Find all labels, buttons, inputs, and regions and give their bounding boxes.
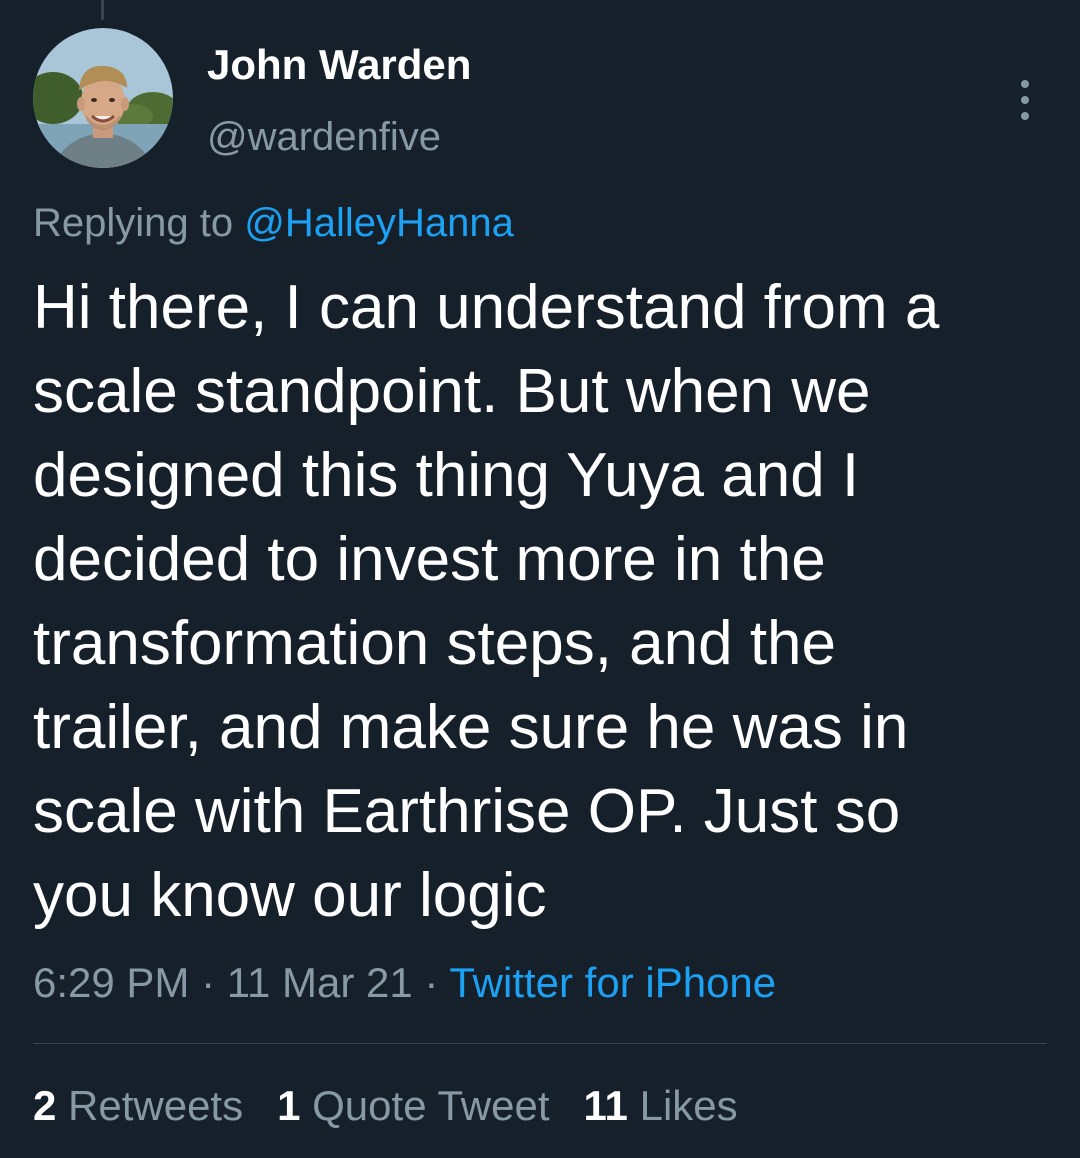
avatar[interactable] — [33, 28, 173, 168]
thread-connector-line — [101, 0, 104, 20]
likes-label: Likes — [627, 1082, 738, 1129]
user-display-name[interactable]: John Warden — [207, 40, 471, 90]
avatar-photo — [33, 28, 173, 168]
quote-tweets-label: Quote Tweet — [300, 1082, 550, 1129]
replying-to-line: Replying to @HalleyHanna — [33, 198, 514, 248]
quote-tweets-stat[interactable]: 1 Quote Tweet — [277, 1080, 549, 1132]
retweets-label: Retweets — [56, 1082, 244, 1129]
tweet-text: Hi there, I can understand from a scale … — [33, 273, 940, 930]
more-vertical-icon[interactable] — [1010, 78, 1040, 122]
tweet-stats: 2 Retweets 1 Quote Tweet 11 Likes — [33, 1080, 738, 1132]
tweet-date[interactable]: 11 Mar 21 — [227, 959, 413, 1006]
meta-separator: · — [412, 959, 450, 1006]
retweets-stat[interactable]: 2 Retweets — [33, 1080, 243, 1132]
replying-to-mention-link[interactable]: @HalleyHanna — [244, 201, 514, 245]
tweet-source-link[interactable]: Twitter for iPhone — [449, 959, 776, 1006]
tweet-meta: 6:29 PM · 11 Mar 21 · Twitter for iPhone — [33, 957, 776, 1009]
likes-stat[interactable]: 11 Likes — [584, 1080, 738, 1132]
retweets-count: 2 — [33, 1082, 57, 1129]
divider — [33, 1043, 1047, 1044]
tweet-time[interactable]: 6:29 PM — [33, 959, 189, 1006]
replying-to-label: Replying to — [33, 201, 245, 245]
quote-tweets-count: 1 — [277, 1082, 301, 1129]
likes-count: 11 — [583, 1082, 628, 1129]
meta-separator: · — [189, 959, 227, 1006]
user-handle[interactable]: @wardenfive — [207, 112, 441, 162]
